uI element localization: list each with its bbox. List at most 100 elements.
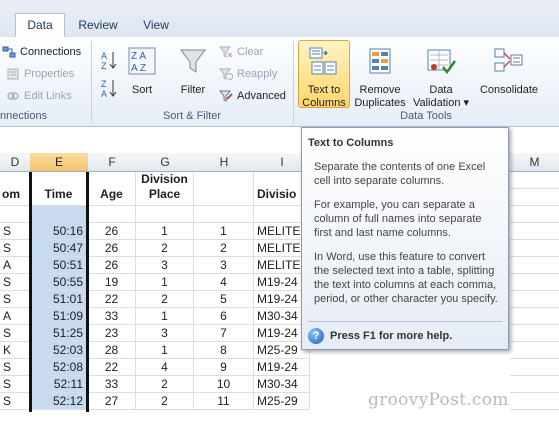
empty-cell[interactable] — [136, 206, 194, 223]
cell-time[interactable]: 50:55 — [30, 274, 88, 291]
cell-time[interactable]: 51:01 — [30, 291, 88, 308]
cell-age[interactable]: 22 — [88, 291, 136, 308]
edit-links-button[interactable]: Edit Links — [6, 87, 72, 105]
cell-age[interactable]: 26 — [88, 223, 136, 240]
cell-h[interactable]: 3 — [194, 257, 254, 274]
cell-age[interactable]: 28 — [88, 342, 136, 359]
cell-d[interactable]: K — [0, 342, 30, 359]
cell-d[interactable]: S — [0, 359, 30, 376]
filter-button[interactable]: Filter — [172, 45, 214, 97]
cell-division-place[interactable]: 3 — [136, 325, 194, 342]
header-cell-d[interactable]: om — [0, 172, 30, 206]
text-to-columns-button[interactable]: Text to Columns — [298, 40, 350, 109]
connections-button[interactable]: Connections — [2, 43, 81, 61]
reapply-label: Reapply — [237, 68, 278, 80]
column-header-g[interactable]: G — [136, 153, 195, 172]
cell-division-place[interactable]: 1 — [136, 308, 194, 325]
cell-age[interactable]: 33 — [88, 376, 136, 393]
empty-cell[interactable] — [194, 206, 254, 223]
cell-d[interactable]: A — [0, 257, 30, 274]
clear-filter-icon — [219, 46, 233, 58]
cell-time[interactable]: 52:12 — [30, 393, 88, 410]
cell-h[interactable]: 1 — [194, 223, 254, 240]
cell-age[interactable]: 19 — [88, 274, 136, 291]
header-cell-division-place[interactable]: Division Place — [136, 172, 194, 206]
sort-az-button[interactable]: AZ — [100, 51, 118, 70]
tooltip-title: Text to Columns — [308, 137, 394, 149]
cell-h[interactable]: 7 — [194, 325, 254, 342]
sort-button[interactable]: Z AA Z Sort — [122, 45, 162, 97]
cell-time[interactable]: 50:47 — [30, 240, 88, 257]
cell-h[interactable]: 10 — [194, 376, 254, 393]
cell-h[interactable]: 6 — [194, 308, 254, 325]
cell-d[interactable]: S — [0, 240, 30, 257]
properties-button[interactable]: Properties — [6, 65, 74, 83]
watermark: groovyPost.com — [368, 390, 509, 410]
cell-division-place[interactable]: 2 — [136, 376, 194, 393]
cell-time[interactable]: 52:11 — [30, 376, 88, 393]
tab-data[interactable]: Data — [15, 13, 65, 39]
svg-text:A: A — [101, 51, 107, 61]
column-header-h[interactable]: H — [194, 153, 255, 172]
cell-age[interactable]: 33 — [88, 308, 136, 325]
data-validation-button[interactable]: Data Validation ▾ — [410, 45, 472, 110]
cell-d[interactable]: S — [0, 223, 30, 240]
cell-division-place[interactable]: 1 — [136, 223, 194, 240]
cell-h[interactable]: 4 — [194, 274, 254, 291]
header-cell-h[interactable] — [194, 172, 254, 206]
tooltip-divider — [308, 321, 502, 322]
header-cell-time[interactable]: Time — [30, 172, 88, 206]
cell-age[interactable]: 27 — [88, 393, 136, 410]
header-cell-age[interactable]: Age — [88, 172, 136, 206]
empty-cell[interactable] — [0, 206, 30, 223]
clear-button[interactable]: Clear — [219, 43, 263, 61]
reapply-button[interactable]: Reapply — [219, 65, 277, 83]
empty-cell-selected[interactable] — [30, 206, 88, 223]
cell-time[interactable]: 50:51 — [30, 257, 88, 274]
cell-division-place[interactable]: 2 — [136, 240, 194, 257]
cell-d[interactable]: S — [0, 376, 30, 393]
cell-age[interactable]: 22 — [88, 359, 136, 376]
cell-division-place[interactable]: 3 — [136, 257, 194, 274]
cell-h[interactable]: 9 — [194, 359, 254, 376]
cell-d[interactable]: S — [0, 274, 30, 291]
cell-h[interactable]: 8 — [194, 342, 254, 359]
cell-time[interactable]: 50:16 — [30, 223, 88, 240]
cell-d[interactable]: S — [0, 393, 30, 410]
sort-za-button[interactable]: ZA — [100, 79, 118, 98]
cell-time[interactable]: 52:08 — [30, 359, 88, 376]
cell-time[interactable]: 51:25 — [30, 325, 88, 342]
cell-d[interactable]: S — [0, 325, 30, 342]
cell-h[interactable]: 11 — [194, 393, 254, 410]
cell-division-place[interactable]: 2 — [136, 291, 194, 308]
cell-h[interactable]: 2 — [194, 240, 254, 257]
filter-funnel-icon — [180, 49, 206, 73]
column-header-m[interactable]: M — [510, 153, 559, 172]
cell-d[interactable]: A — [0, 308, 30, 325]
cell-division[interactable]: M30-34 — [254, 376, 310, 393]
column-header-f[interactable]: F — [88, 153, 137, 172]
cell-division[interactable]: M19-24 — [254, 359, 310, 376]
advanced-button[interactable]: Advanced — [219, 87, 286, 105]
consolidate-button[interactable]: Consolidate — [476, 45, 542, 97]
filter-label: Filter — [180, 84, 206, 96]
cell-division-place[interactable]: 1 — [136, 274, 194, 291]
cell-division-place[interactable]: 4 — [136, 359, 194, 376]
cell-division-place[interactable]: 2 — [136, 393, 194, 410]
cell-division[interactable]: M25-29 — [254, 393, 310, 410]
cell-age[interactable]: 23 — [88, 325, 136, 342]
cell-d[interactable]: S — [0, 291, 30, 308]
tab-view[interactable]: View — [131, 14, 181, 37]
cell-time[interactable]: 52:03 — [30, 342, 88, 359]
column-header-e[interactable]: E — [30, 153, 89, 172]
column-header-d[interactable]: D — [0, 153, 31, 172]
empty-cell[interactable] — [88, 206, 136, 223]
remove-duplicates-button[interactable]: Remove Duplicates — [352, 45, 408, 110]
tab-review[interactable]: Review — [69, 14, 127, 37]
cell-division-place[interactable]: 1 — [136, 342, 194, 359]
cell-h[interactable]: 5 — [194, 291, 254, 308]
cell-time[interactable]: 51:09 — [30, 308, 88, 325]
cell-age[interactable]: 26 — [88, 257, 136, 274]
edit-links-label: Edit Links — [24, 90, 72, 102]
cell-age[interactable]: 26 — [88, 240, 136, 257]
